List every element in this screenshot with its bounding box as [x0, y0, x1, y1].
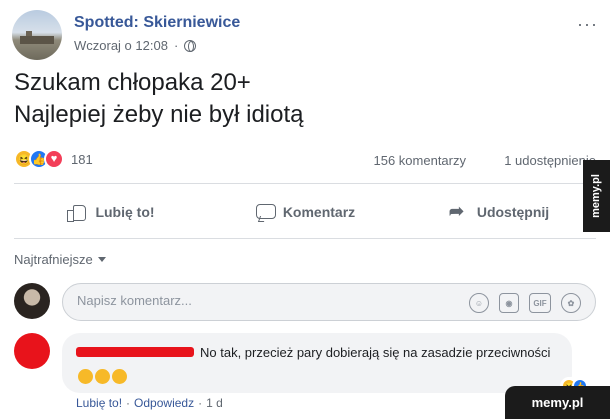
emoji-icon[interactable]: ☺	[469, 293, 489, 313]
comment-input[interactable]	[77, 293, 437, 308]
globe-icon	[184, 39, 197, 52]
love-reaction-icon: ♥	[44, 149, 64, 169]
page-avatar[interactable]	[12, 10, 62, 60]
caret-down-icon	[97, 257, 106, 262]
reaction-count: 181	[71, 151, 93, 167]
laughing-emoji-icon	[78, 369, 93, 384]
share-label: Udostępnij	[476, 204, 550, 220]
comment-bubble-icon	[255, 203, 276, 221]
share-button[interactable]: Udostępnij	[402, 196, 596, 228]
post-actions: Lubię to! Komentarz Udostępnij	[14, 196, 596, 228]
sticker-icon[interactable]: ✿	[561, 293, 581, 313]
sort-label: Najtrafniejsze	[14, 252, 93, 267]
comment-bubble: No tak, przecież pary dobierają się na z…	[62, 333, 588, 395]
gif-icon[interactable]: GIF	[529, 293, 551, 313]
watermark-side-text: memy.pl	[590, 174, 602, 218]
separator-dot: ·	[198, 396, 203, 410]
comment-label: Komentarz	[282, 204, 356, 220]
reactions-summary[interactable]: 😆 👍 ♥ 181	[14, 149, 93, 169]
post-text-line: Szukam chłopaka 20+	[14, 69, 251, 96]
post-timestamp[interactable]: Wczoraj o 12:08	[74, 38, 168, 53]
comment-button[interactable]: Komentarz	[208, 196, 402, 228]
comment-like-link[interactable]: Lubię to!	[76, 396, 122, 410]
commenter-avatar[interactable]	[14, 333, 50, 369]
separator-dot: ·	[126, 396, 131, 410]
post-header: Spotted: Skierniewice Wczoraj o 12:08 · …	[12, 8, 602, 60]
comment-input-icons: ☺ ◉ GIF ✿	[469, 293, 581, 313]
divider	[14, 238, 596, 239]
thumbs-up-icon	[67, 203, 87, 222]
share-arrow-icon	[449, 201, 469, 222]
user-avatar[interactable]	[14, 283, 50, 319]
comment-sort-dropdown[interactable]: Najtrafniejsze	[14, 252, 106, 267]
watermark-side: memy.pl	[583, 160, 610, 232]
comment-reply-link[interactable]: Odpowiedz	[134, 396, 194, 410]
like-button[interactable]: Lubię to!	[14, 196, 208, 228]
laughing-emoji-icon	[112, 369, 127, 384]
camera-icon[interactable]: ◉	[499, 293, 519, 313]
more-options-icon[interactable]: ···	[577, 14, 598, 35]
watermark-corner: memy.pl	[505, 386, 610, 419]
laughing-emoji-icon	[95, 369, 110, 384]
like-label: Lubię to!	[95, 204, 155, 220]
comment-text: No tak, przecież pary dobierają się na z…	[76, 341, 556, 389]
post-stats: 😆 👍 ♥ 181 156 komentarzy 1 udostępnienie	[14, 149, 596, 173]
page-name[interactable]: Spotted: Skierniewice	[74, 14, 240, 32]
post-meta: Wczoraj o 12:08 ·	[74, 38, 197, 53]
separator-dot: ·	[173, 38, 179, 53]
comment-actions: Lubię to! · Odpowiedz · 1 d	[76, 396, 223, 410]
comment-time: 1 d	[206, 396, 223, 410]
comments-count[interactable]: 156 komentarzy	[374, 153, 467, 168]
post-text: Szukam chłopaka 20+ Najlepiej żeby nie b…	[14, 67, 304, 131]
comment-input-box[interactable]: ☺ ◉ GIF ✿	[62, 283, 596, 321]
post-text-line: Najlepiej żeby nie był idiotą	[14, 101, 304, 128]
divider	[14, 183, 596, 184]
comment-body: No tak, przecież pary dobierają się na z…	[200, 345, 551, 360]
